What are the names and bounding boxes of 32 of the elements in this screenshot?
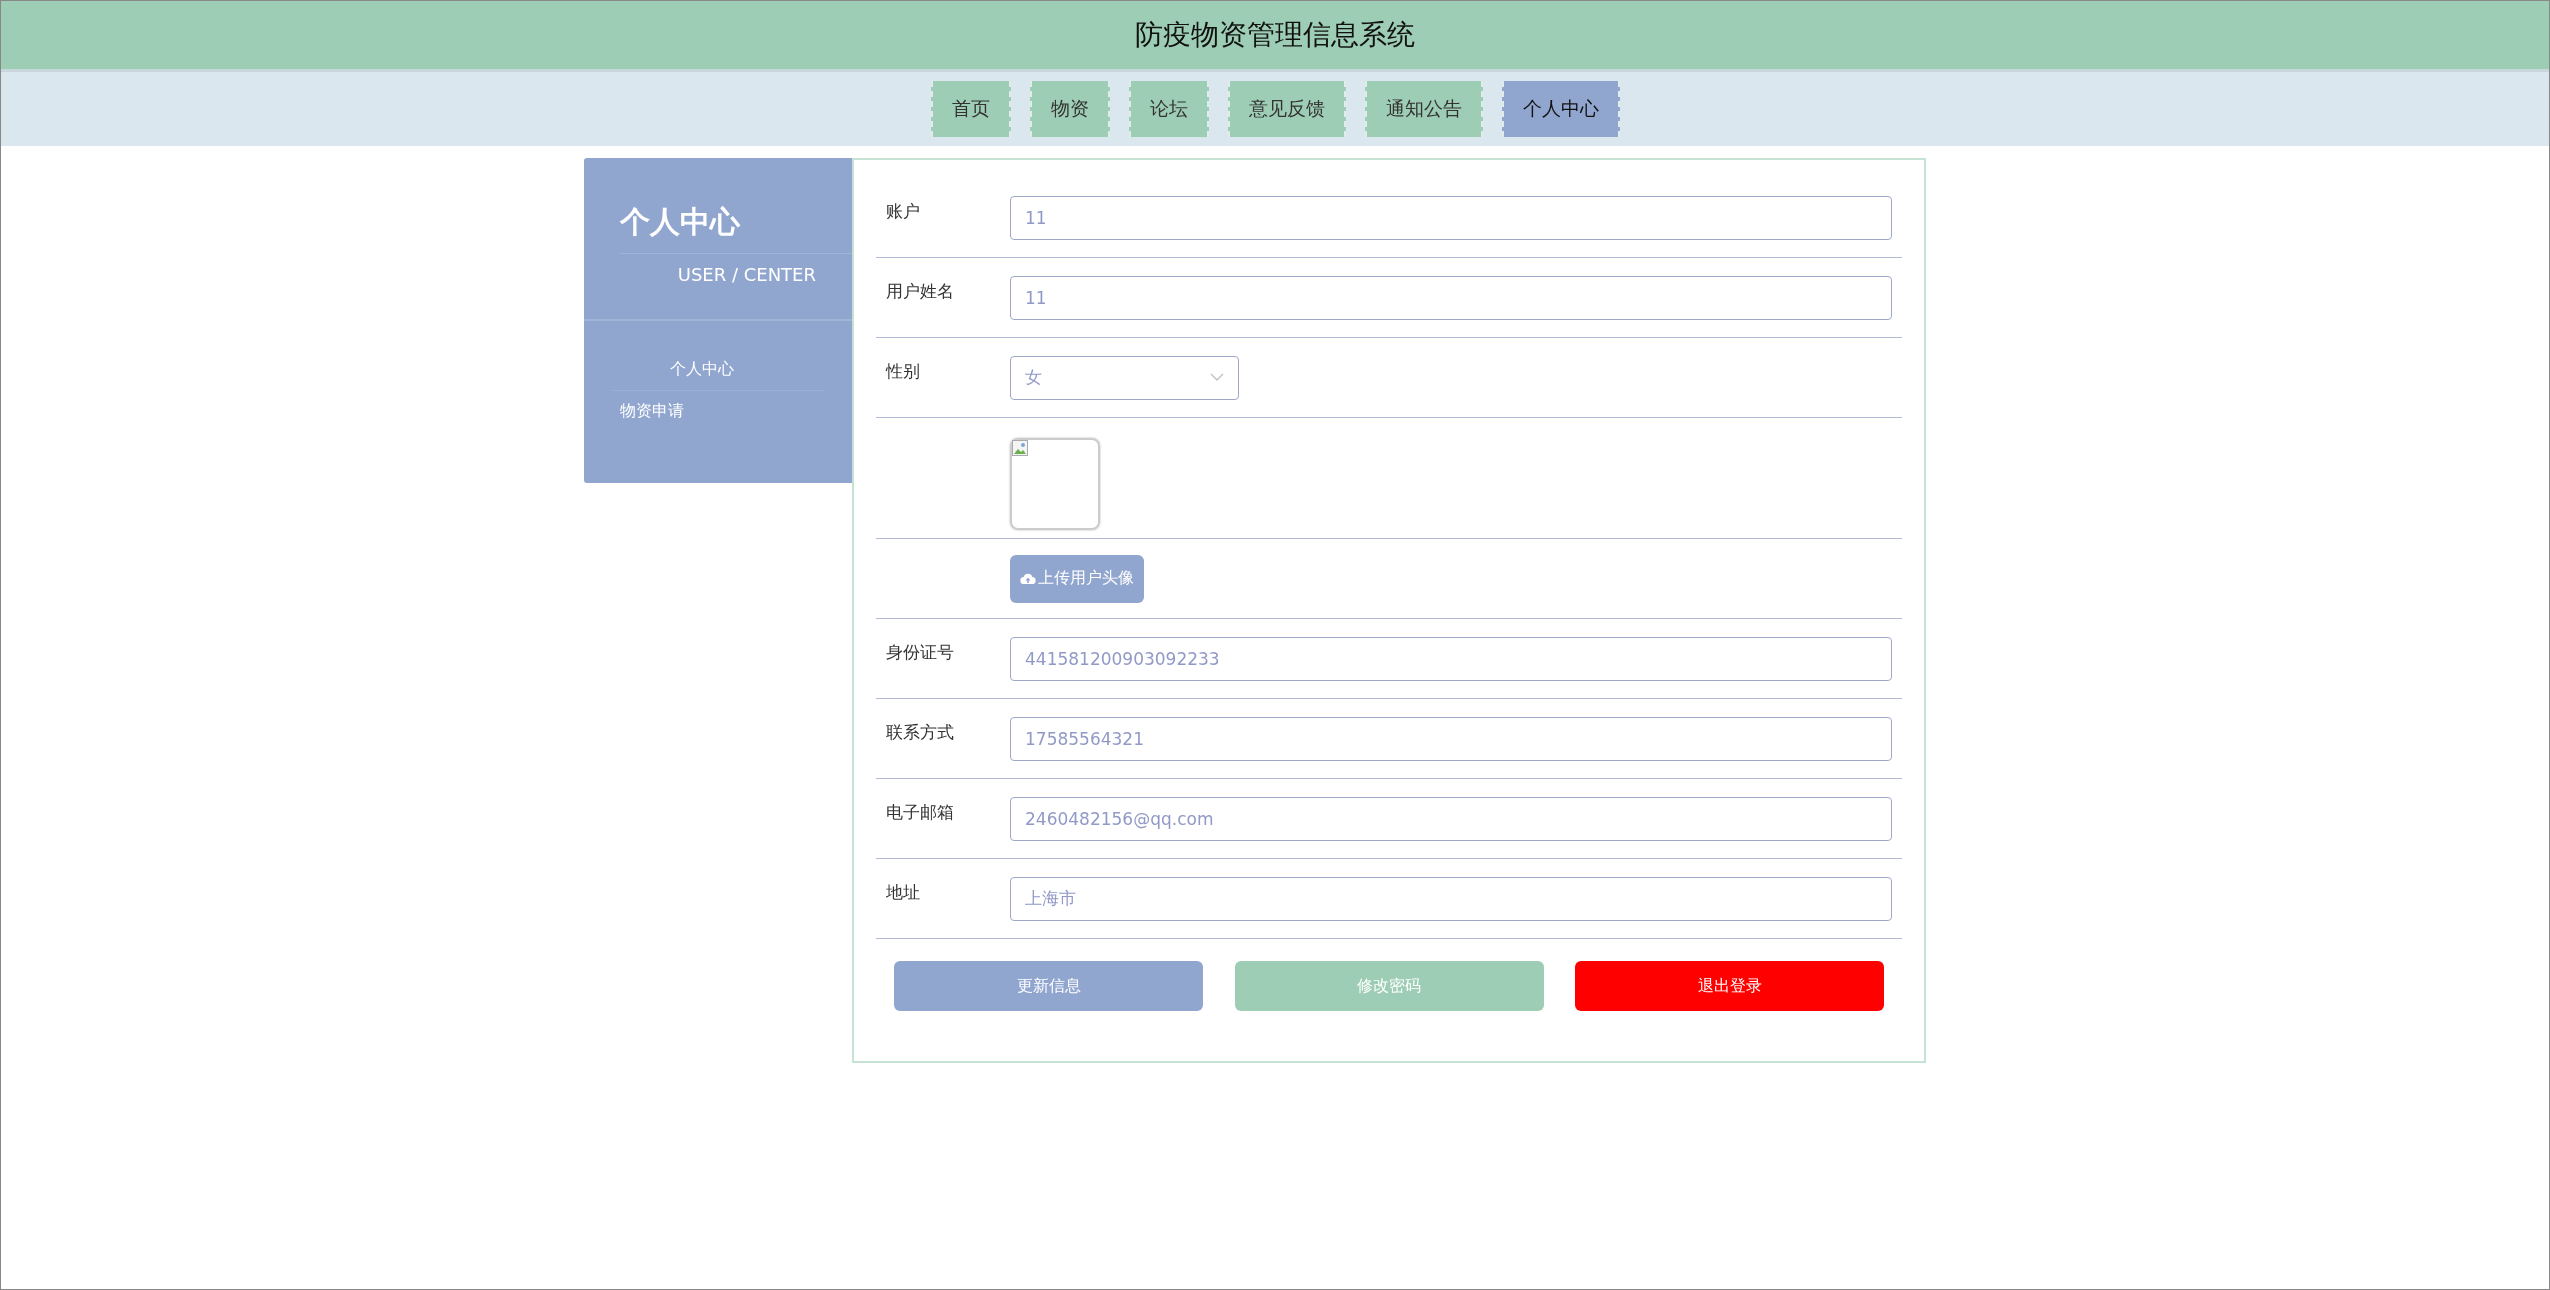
nav-tab[interactable]: 通知公告	[1364, 81, 1483, 137]
nav-tab[interactable]: 首页	[930, 81, 1011, 137]
select-field[interactable]: 女	[1010, 355, 1239, 400]
input-field[interactable]: 上海市	[1010, 876, 1892, 921]
input-field[interactable]: 11	[1010, 195, 1892, 240]
nav-tab[interactable]: 物资	[1029, 81, 1110, 137]
sidebar-subtitle: USER / CENTER	[584, 254, 852, 321]
input-field[interactable]: 2460482156@qq.com	[1010, 796, 1892, 841]
field-label: 性别	[886, 360, 921, 383]
broken-image-icon	[1012, 440, 1028, 456]
action-button[interactable]: 更新信息	[894, 961, 1203, 1011]
field-label: 用户姓名	[886, 280, 955, 303]
field-label: 地址	[886, 881, 921, 904]
nav-tab[interactable]: 意见反馈	[1227, 81, 1346, 137]
nav-tab[interactable]: 个人中心	[1501, 81, 1620, 137]
chevron-down-icon	[1210, 373, 1224, 382]
field-label: 联系方式	[886, 721, 955, 744]
action-button[interactable]: 修改密码	[1234, 961, 1544, 1011]
input-field[interactable]: 11	[1010, 275, 1892, 320]
field-label: 电子邮箱	[886, 801, 955, 824]
nav-tab[interactable]: 论坛	[1128, 81, 1209, 137]
cloud-upload-icon	[1020, 572, 1036, 585]
input-field[interactable]: 441581200903092233	[1010, 636, 1892, 681]
field-label: 账户	[886, 200, 921, 223]
sidebar-item[interactable]: 个人中心	[612, 349, 824, 391]
upload-avatar-button[interactable]: 上传用户头像	[1010, 554, 1144, 603]
sidebar-title: 个人中心	[620, 158, 852, 254]
input-field[interactable]: 17585564321	[1010, 716, 1892, 761]
action-button[interactable]: 退出登录	[1575, 961, 1884, 1011]
site-title: 防疫物资管理信息系统	[1135, 17, 1415, 53]
sidebar-item[interactable]: 物资申请	[584, 391, 852, 432]
field-label: 身份证号	[886, 641, 955, 664]
